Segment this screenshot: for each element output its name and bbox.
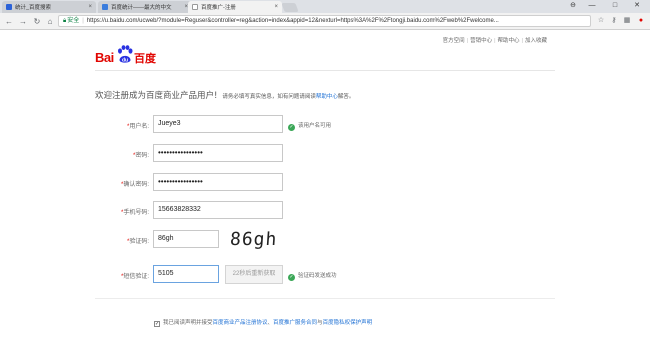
captcha-label: *验证码: [126, 239, 149, 245]
home-icon[interactable]: ⌂ [45, 16, 55, 27]
back-icon[interactable]: ← [4, 16, 14, 27]
agreement-link-reg[interactable]: 百度商业产品注册协议 [213, 320, 268, 326]
baidu-paw-icon [6, 4, 12, 10]
sms-code-input[interactable]: 5105 [153, 265, 219, 283]
agreement-link-privacy[interactable]: 百度隐私权保护声明 [323, 320, 373, 326]
top-link-favorite[interactable]: 加入收藏 [525, 38, 547, 44]
divider [95, 298, 555, 299]
agreement-prefix: 我已阅读声明并接受 [163, 320, 213, 326]
help-center-link[interactable]: 帮助中心 [316, 94, 338, 100]
welcome-sub-end: 解答。 [337, 94, 355, 100]
translate-icon[interactable]: ▦ [622, 16, 632, 26]
agreement: ✓ 我已阅读声明并接受百度商业产品注册协议、百度推广服务合同与百度隐私权保护声明 [154, 320, 373, 327]
close-window-button[interactable]: ✕ [627, 1, 647, 11]
agreement-checkbox[interactable]: ✓ [154, 321, 160, 327]
username-label: *用户名: [126, 124, 149, 130]
user-icon[interactable]: ⊖ [563, 1, 583, 11]
page-icon [192, 4, 198, 10]
agreement-link-contract[interactable]: 百度推广服务合同 [273, 320, 317, 326]
star-icon[interactable]: ☆ [596, 16, 606, 26]
extension-icon[interactable]: ● [636, 16, 646, 26]
phone-input[interactable]: 15663828332 [153, 201, 283, 219]
welcome-heading: 欢迎注册成为百度商业产品用户! [95, 91, 218, 101]
username-hint: ✓ 该用户名可用 [288, 123, 332, 131]
check-icon: ✓ [288, 124, 295, 131]
tab-baidu-tongji[interactable]: 百度统计——最大的中文 × [98, 1, 192, 13]
sms-hint: ✓ 验证码发送成功 [288, 273, 337, 281]
username-input[interactable]: Jueye3 [153, 115, 283, 133]
tab-title: 百度统计——最大的中文 [111, 5, 172, 11]
check-icon: ✓ [288, 274, 295, 281]
top-link-help[interactable]: 帮助中心 [498, 38, 520, 44]
top-link-official[interactable]: 官方空间 [443, 38, 465, 44]
address-bar[interactable]: 🔒︎安全 | https://u.baidu.com/ucweb/?module=R… [58, 15, 591, 27]
tab-close-icon[interactable]: × [88, 4, 92, 10]
divider [95, 70, 555, 71]
maximize-button[interactable]: □ [605, 1, 625, 11]
key-icon[interactable]: ⚷ [609, 16, 619, 26]
tab-close-icon[interactable]: × [274, 4, 278, 10]
secure-label: 安全 [67, 18, 80, 24]
baidu-logo[interactable]: Bai du 百度 [95, 44, 165, 68]
captcha-input[interactable]: 86gh [153, 230, 219, 248]
logo-text-baidu: 百度 [134, 52, 156, 65]
tab-title: 百度推广-注册 [201, 5, 236, 11]
lock-icon: 🔒︎ [63, 18, 67, 24]
password-input[interactable]: •••••••••••••••• [153, 144, 283, 162]
phone-label: *手机号码: [120, 210, 149, 216]
captcha-image[interactable]: 86gh [229, 229, 278, 250]
logo-paw-text: du [122, 58, 128, 64]
top-link-marketing[interactable]: 营销中心 [470, 38, 492, 44]
sms-label: *短信验证: [120, 274, 149, 280]
resend-sms-button[interactable]: 22秒后重新获取 [225, 265, 283, 284]
new-tab-button[interactable] [281, 3, 299, 12]
minimize-button[interactable]: — [582, 1, 602, 11]
baidu-tongji-icon [102, 4, 108, 10]
url-text: https://u.baidu.com/ucweb/?module=Reguse… [86, 18, 499, 24]
welcome-message: 欢迎注册成为百度商业产品用户! 请务必填写真实信息，如有问题请阅读帮助中心解答。 [95, 89, 354, 101]
forward-icon[interactable]: → [18, 16, 28, 27]
confirm-password-label: *确认密码: [120, 182, 149, 188]
baidu-paw-icon: du [118, 45, 133, 64]
top-links: 官方空间 | 营销中心 | 帮助中心 | 加入收藏 [442, 38, 547, 44]
welcome-sub: 请务必填写真实信息，如有问题请阅读 [222, 94, 316, 100]
browser-toolbar: ← → ↻ ⌂ 🔒︎安全 | https://u.baidu.com/ucweb/?… [0, 13, 650, 30]
browser-tab-strip: 统计_百度搜索 × 百度统计——最大的中文 × 百度推广-注册 × ⊖ — □ … [0, 0, 650, 13]
tab-baidu-search[interactable]: 统计_百度搜索 × [2, 1, 96, 13]
reload-icon[interactable]: ↻ [32, 16, 42, 27]
tab-title: 统计_百度搜索 [15, 5, 52, 11]
confirm-password-input[interactable]: •••••••••••••••• [153, 173, 283, 191]
logo-text-bai: Bai [95, 50, 114, 65]
password-label: *密码: [132, 153, 149, 159]
tab-baidu-register[interactable]: 百度推广-注册 × [188, 1, 282, 13]
